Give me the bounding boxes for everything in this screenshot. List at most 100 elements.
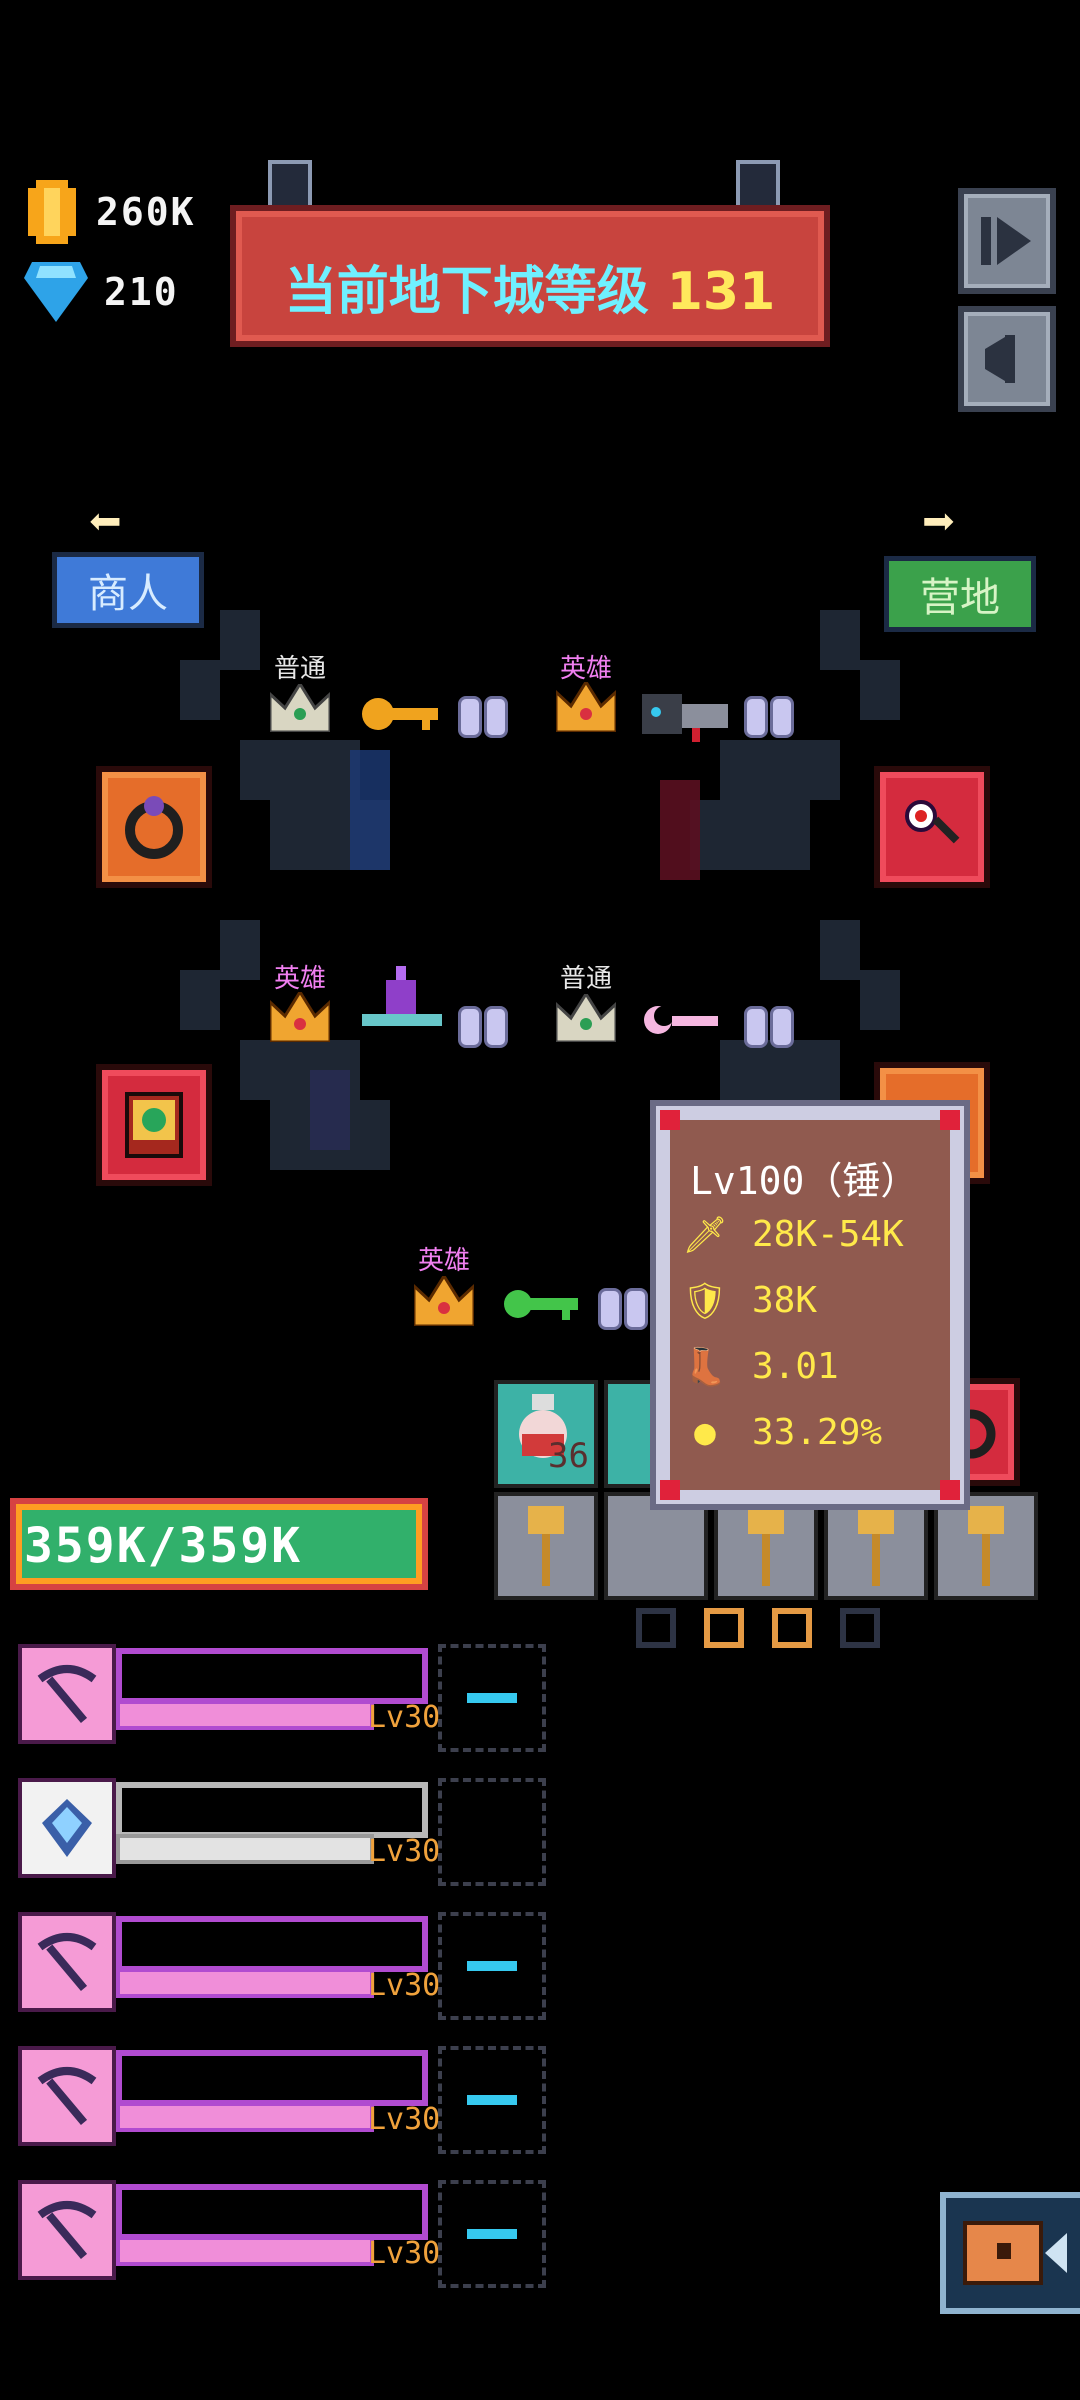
hammer-icon xyxy=(528,1506,564,1586)
defense-value: 38K xyxy=(752,1280,818,1321)
hammer-slot-2[interactable] xyxy=(604,1492,708,1600)
book-icon xyxy=(125,1092,183,1158)
hero-avatar[interactable] xyxy=(18,1778,116,1878)
silver-crown-icon xyxy=(270,684,330,732)
ring-icon xyxy=(125,796,183,859)
hero-xp-bar xyxy=(116,1916,428,1972)
hero-row-4[interactable]: Lv30 xyxy=(18,2040,440,2150)
potion-counter: 36 xyxy=(548,1436,589,1476)
hero-level: Lv30 xyxy=(368,2102,441,2137)
gem-icon xyxy=(770,1006,794,1048)
book-item-slot[interactable] xyxy=(96,1064,212,1186)
hero-hp-fill xyxy=(116,1700,374,1730)
tooltip-corner xyxy=(940,1480,960,1500)
pickaxe-icon xyxy=(37,2067,97,2126)
gem-icon xyxy=(744,1006,768,1048)
attack-value: 28K-54K xyxy=(752,1214,904,1255)
pickaxe-icon xyxy=(37,1933,97,1992)
hero-hp-fill xyxy=(116,1834,374,1864)
gold-display: 260K xyxy=(24,180,196,244)
hero-xp-bar xyxy=(116,2184,428,2240)
gem-icon xyxy=(624,1288,648,1330)
green-key-icon[interactable] xyxy=(502,1282,582,1326)
gem-icon xyxy=(744,696,768,738)
chest-icon xyxy=(963,2221,1067,2285)
diamond-icon xyxy=(24,262,88,322)
page-dot[interactable] xyxy=(840,1608,880,1648)
gem-icon xyxy=(458,696,482,738)
moon-wand-icon[interactable] xyxy=(642,1000,722,1040)
hero-hp-fill xyxy=(116,2102,374,2132)
page-dot-active[interactable] xyxy=(772,1608,812,1648)
hero-avatar[interactable] xyxy=(18,1644,116,1744)
chest-button[interactable] xyxy=(940,2192,1080,2314)
hero-level: Lv30 xyxy=(368,2236,441,2271)
gold-key-icon[interactable] xyxy=(360,690,440,740)
hammer-slot-1[interactable] xyxy=(494,1492,598,1600)
hero-xp-bar xyxy=(116,2050,428,2106)
hero-row-5[interactable]: Lv30 xyxy=(18,2174,440,2284)
dungeon-level-banner: 当前地下城等级 131 xyxy=(230,205,830,347)
skill-slot-4[interactable] xyxy=(438,2046,546,2154)
boot-icon: 👢 xyxy=(682,1346,728,1388)
gem-icon xyxy=(484,1006,508,1048)
tooltip-title: Lv100（锤） xyxy=(690,1159,919,1203)
staff-item-slot[interactable] xyxy=(874,766,990,888)
shelf3-rarity: 英雄 xyxy=(274,964,327,994)
sound-button[interactable] xyxy=(958,306,1056,412)
gem-icon xyxy=(458,1006,482,1048)
gold-crown-icon xyxy=(556,682,616,732)
gold-crown-icon xyxy=(414,1276,474,1326)
hammer-slot-5[interactable] xyxy=(934,1492,1038,1600)
exit-icon xyxy=(981,217,1031,265)
diamond-amount: 210 xyxy=(104,270,179,314)
hammer-icon xyxy=(748,1506,784,1586)
hero-row-2[interactable]: Lv30 xyxy=(18,1772,440,1882)
hero-avatar[interactable] xyxy=(18,1912,116,2012)
hero-avatar[interactable] xyxy=(18,2180,116,2280)
gem-icon xyxy=(770,696,794,738)
page-dot-active[interactable] xyxy=(704,1608,744,1648)
coin-icon xyxy=(28,180,76,244)
hero-level: Lv30 xyxy=(368,1700,441,1735)
skull-weapon-icon[interactable] xyxy=(642,684,732,744)
hero-row-1[interactable]: Lv30 xyxy=(18,1638,440,1748)
hero-avatar[interactable] xyxy=(18,2046,116,2146)
skill-slot-3[interactable] xyxy=(438,1912,546,2020)
sound-icon xyxy=(985,335,1015,383)
pickaxe-icon xyxy=(37,2201,97,2260)
skill-slot-5[interactable] xyxy=(438,2180,546,2288)
skill-slot-2[interactable] xyxy=(438,1778,546,1886)
right-arrow-icon[interactable]: ➡ xyxy=(922,490,956,555)
shelf2-rarity: 英雄 xyxy=(560,654,613,684)
diamond-display: 210 xyxy=(24,262,179,322)
pickaxe-icon xyxy=(37,1665,97,1724)
skill-slot-1[interactable] xyxy=(438,1644,546,1752)
hero-row-3[interactable]: Lv30 xyxy=(18,1906,440,2016)
shield-icon: 🛡 xyxy=(682,1280,728,1322)
hero-level: Lv30 xyxy=(368,1834,441,1869)
health-text: 359K/359K xyxy=(24,1518,303,1574)
hammer-slot-4[interactable] xyxy=(824,1492,928,1600)
dungeon-level-label: 当前地下城等级 xyxy=(284,262,649,322)
sword-icon: 🗡 xyxy=(682,1214,728,1256)
ring-item-slot[interactable] xyxy=(96,766,212,888)
dungeon-level-number: 131 xyxy=(666,262,776,322)
exit-button[interactable] xyxy=(958,188,1056,294)
crystal-icon xyxy=(42,1799,92,1857)
weapon-tooltip: Lv100（锤） 🗡 28K-54K 🛡 38K 👢 3.01 ● 33.29% xyxy=(656,1106,964,1504)
shelf5-rarity: 英雄 xyxy=(418,1246,471,1276)
page-dot[interactable] xyxy=(636,1608,676,1648)
magic-sword-icon[interactable] xyxy=(356,960,446,1040)
health-bar: 359K/359K xyxy=(10,1498,428,1590)
potion-slot[interactable]: 36 xyxy=(494,1380,598,1488)
hero-xp-bar xyxy=(116,1648,428,1704)
tooltip-corner xyxy=(660,1110,680,1130)
hammer-slot-3[interactable] xyxy=(714,1492,818,1600)
shelf4-rarity: 普通 xyxy=(560,964,613,994)
left-arrow-icon[interactable]: ⬅ xyxy=(88,490,122,555)
crit-icon: ● xyxy=(694,1412,716,1453)
silver-crown-icon xyxy=(556,994,616,1042)
gem-icon xyxy=(598,1288,622,1330)
tooltip-corner xyxy=(660,1480,680,1500)
